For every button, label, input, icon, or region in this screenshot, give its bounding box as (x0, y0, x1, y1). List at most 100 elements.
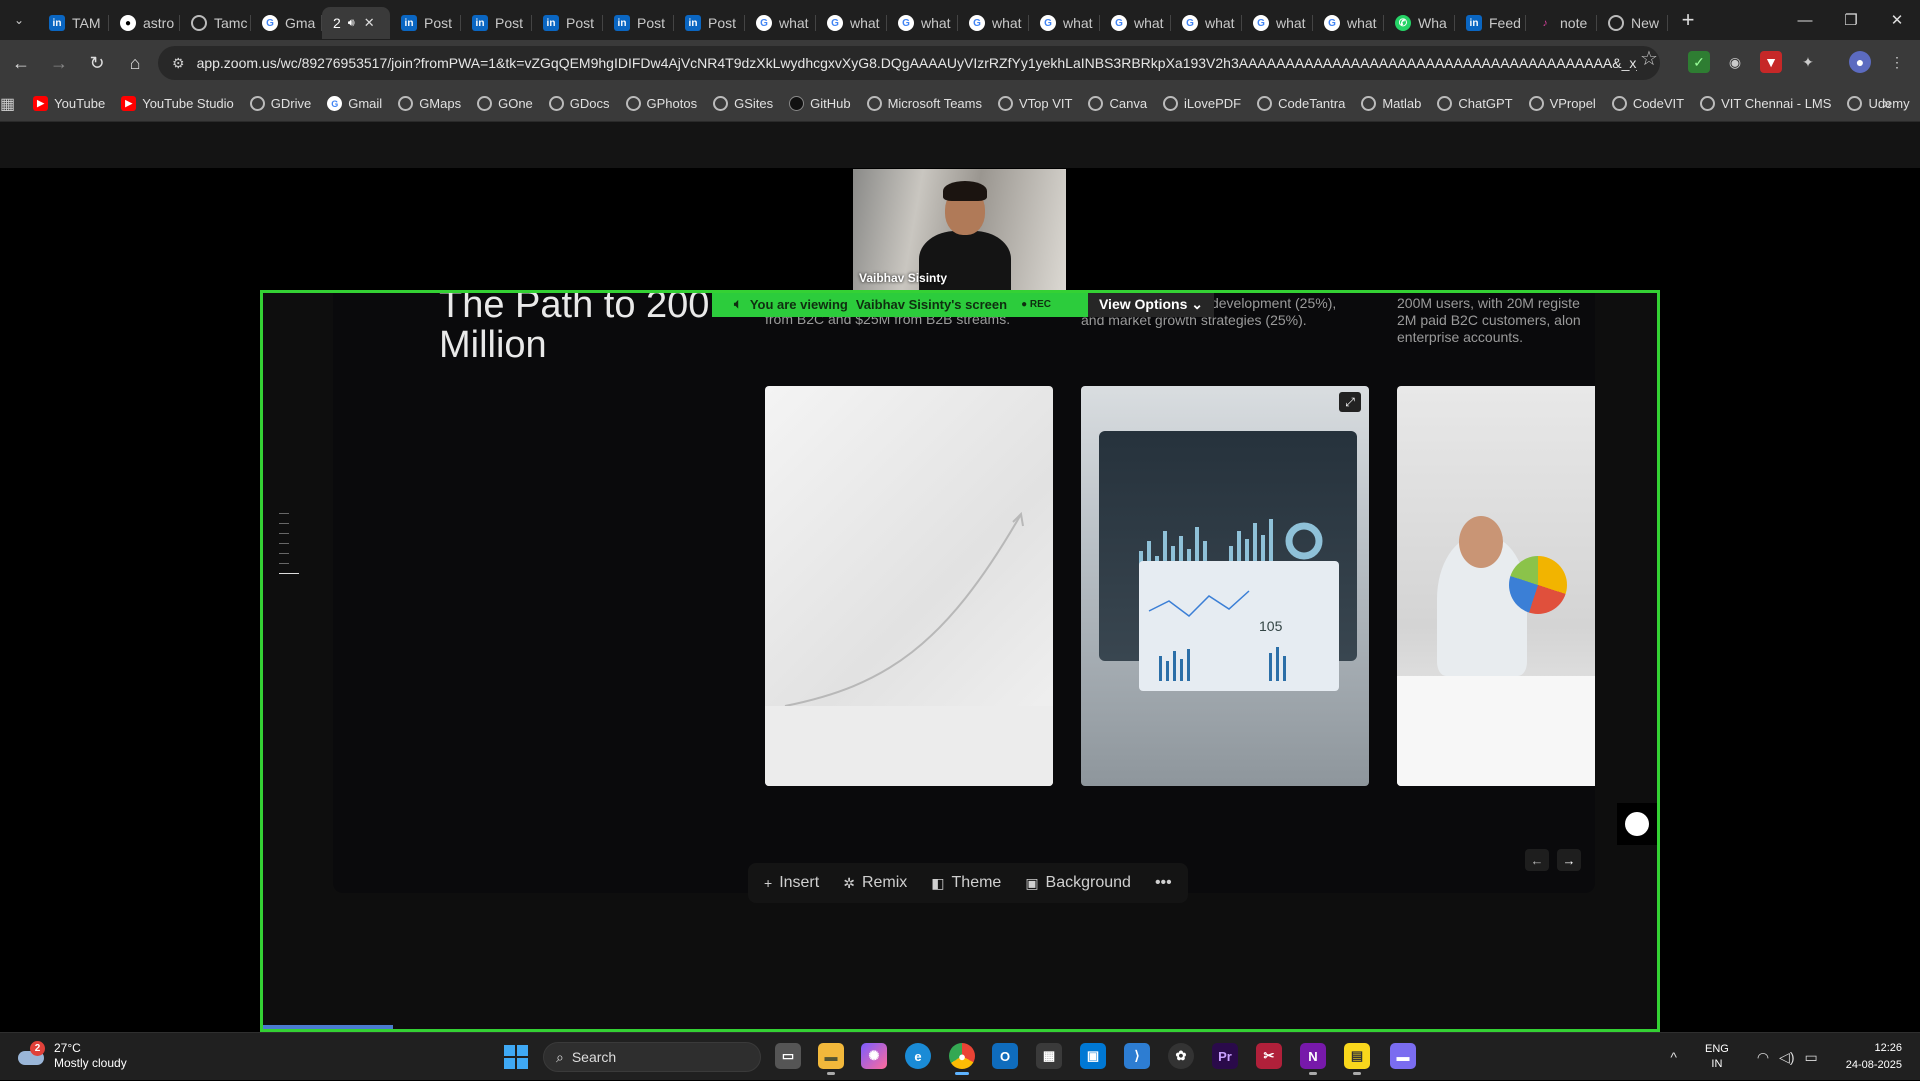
outline-item-current[interactable] (279, 573, 299, 574)
taskbar-search[interactable]: ⌕ Search (543, 1042, 761, 1072)
tab-search-chevron-icon[interactable]: ⌄ (0, 0, 38, 40)
wifi-icon[interactable]: ◠ (1757, 1049, 1769, 1066)
app-purple-icon[interactable]: ▬ (1390, 1043, 1416, 1069)
address-bar[interactable]: ⚙ app.zoom.us/wc/89276953517/join?fromPW… (158, 46, 1660, 80)
more-bookmarks-icon[interactable]: » (1883, 95, 1892, 113)
tab-15[interactable]: Gwhat (1100, 7, 1171, 39)
volume-icon[interactable]: ◁) (1779, 1049, 1794, 1066)
apps-grid-icon[interactable]: ▦ (0, 94, 15, 114)
tab-22[interactable]: New (1597, 7, 1668, 39)
tab-11[interactable]: Gwhat (816, 7, 887, 39)
bookmark-item[interactable]: iLovePDF (1163, 96, 1241, 111)
outline-item[interactable] (279, 553, 289, 554)
save-extension-icon[interactable]: ▼ (1760, 51, 1782, 73)
bookmark-item[interactable]: ChatGPT (1437, 96, 1513, 111)
bookmark-item[interactable]: VPropel (1528, 96, 1596, 111)
battery-icon[interactable]: ▭ (1804, 1049, 1817, 1066)
tab-21[interactable]: ♪ note (1526, 7, 1597, 39)
task-view-icon[interactable]: ▭ (775, 1043, 801, 1069)
chat-bubble-icon[interactable] (1617, 803, 1657, 845)
theme-button[interactable]: ◧ Theme (931, 874, 1001, 892)
insert-button[interactable]: + Insert (764, 874, 819, 892)
tab-14[interactable]: Gwhat (1029, 7, 1100, 39)
tab-9[interactable]: in Post (674, 7, 745, 39)
outline-item[interactable] (279, 513, 289, 514)
tab-audio-icon[interactable]: 🔊︎ (348, 17, 355, 30)
bookmark-item[interactable]: GitHub (789, 96, 851, 111)
tab-13[interactable]: Gwhat (958, 7, 1029, 39)
bookmark-item[interactable]: GDocs (548, 96, 610, 111)
chrome-icon[interactable]: ● (949, 1043, 975, 1075)
copilot-icon[interactable]: ✺ (861, 1043, 887, 1069)
background-button[interactable]: ▣ Background (1025, 874, 1131, 892)
language-indicator[interactable]: ENG IN (1705, 1042, 1729, 1072)
expand-icon[interactable]: ⤢ (1339, 392, 1361, 412)
chatgpt-icon[interactable]: ✿ (1168, 1043, 1194, 1069)
premiere-icon[interactable]: Pr (1212, 1043, 1238, 1069)
tab-20[interactable]: in Feed (1455, 7, 1526, 39)
bookmark-item[interactable]: VIT Chennai - LMS (1700, 96, 1831, 111)
tab-12[interactable]: Gwhat (887, 7, 958, 39)
file-explorer-icon[interactable]: ▬ (818, 1043, 844, 1075)
app-blue-icon[interactable]: ▣ (1080, 1043, 1106, 1069)
tab-3[interactable]: G Gma (251, 7, 322, 39)
sticky-notes-icon[interactable]: ▤ (1344, 1043, 1370, 1075)
tab-5[interactable]: in Post (390, 7, 461, 39)
close-window-icon[interactable]: ✕ (1874, 0, 1920, 40)
bookmark-item[interactable]: ▶ YouTube (33, 96, 105, 111)
outline-item[interactable] (279, 563, 289, 564)
reload-icon[interactable]: ↻ (80, 46, 114, 80)
bookmark-item[interactable]: VTop VIT (998, 96, 1072, 111)
bookmark-item[interactable]: ▶ YouTube Studio (121, 96, 234, 111)
bookmark-item[interactable]: CodeTantra (1257, 96, 1345, 111)
tab-18[interactable]: Gwhat (1313, 7, 1384, 39)
bookmark-item[interactable]: Udemy (1847, 96, 1910, 111)
profile-avatar[interactable]: ● (1849, 51, 1871, 73)
windows-start-icon[interactable] (504, 1045, 528, 1069)
browser-menu-icon[interactable]: ⋮ (1886, 51, 1908, 73)
view-options-button[interactable]: View Options ⌄ (1088, 293, 1214, 317)
tab-2[interactable]: Tamc (180, 7, 251, 39)
participant-video[interactable]: Vaibhav Sisinty (853, 169, 1066, 290)
tab-19[interactable]: ✆ Wha (1384, 7, 1455, 39)
tab-0[interactable]: in TAM (38, 7, 109, 39)
bookmark-item[interactable]: GOne (477, 96, 533, 111)
more-options-icon[interactable]: ••• (1155, 874, 1172, 892)
next-slide-arrow-icon[interactable]: → (1557, 849, 1581, 871)
bookmark-item[interactable]: Microsoft Teams (866, 96, 982, 111)
outline-item[interactable] (279, 523, 289, 524)
tab-6[interactable]: in Post (461, 7, 532, 39)
bookmark-item[interactable]: GPhotos (625, 96, 697, 111)
shield-extension-icon[interactable]: ✓ (1688, 51, 1710, 73)
outline-item[interactable] (279, 543, 289, 544)
tab-7[interactable]: in Post (532, 7, 603, 39)
tab-close-icon[interactable]: ✕ (364, 15, 375, 31)
bookmark-item[interactable]: G Gmail (327, 96, 382, 111)
clock[interactable]: 12:26 24-08-2025 (1846, 1040, 1902, 1074)
bookmark-item[interactable]: GSites (713, 96, 773, 111)
bookmark-item[interactable]: Matlab (1361, 96, 1421, 111)
bookmark-item[interactable]: GDrive (249, 96, 311, 111)
remix-button[interactable]: ✲ Remix (843, 874, 907, 892)
edge-icon[interactable]: e (905, 1043, 931, 1069)
tab-10[interactable]: Gwhat (745, 7, 816, 39)
outlook-icon[interactable]: O (992, 1043, 1018, 1069)
tab-8[interactable]: in Post (603, 7, 674, 39)
bookmark-star-icon[interactable]: ☆ (1638, 47, 1660, 70)
snipping-icon[interactable]: ✂ (1256, 1043, 1282, 1069)
back-icon[interactable]: ← (4, 46, 38, 80)
bookmark-item[interactable]: GMaps (398, 96, 461, 111)
minimize-icon[interactable]: — (1782, 0, 1828, 40)
tab-4[interactable]: 2 🔊︎ ✕ (322, 7, 390, 39)
bookmark-item[interactable]: CodeVIT (1611, 96, 1684, 111)
tray-overflow-chevron-icon[interactable]: ^ (1670, 1049, 1677, 1065)
restore-icon[interactable]: ❐ (1828, 0, 1874, 40)
onenote-icon[interactable]: N (1300, 1043, 1326, 1075)
weather-widget[interactable]: 2 27°C Mostly cloudy (16, 1041, 127, 1071)
tab-16[interactable]: Gwhat (1171, 7, 1242, 39)
outline-item[interactable] (279, 533, 289, 534)
prev-slide-arrow-icon[interactable]: ← (1525, 849, 1549, 871)
store-icon[interactable]: ▦ (1036, 1043, 1062, 1069)
camera-extension-icon[interactable]: ◉ (1724, 51, 1746, 73)
new-tab-button[interactable]: + (1668, 7, 1708, 33)
